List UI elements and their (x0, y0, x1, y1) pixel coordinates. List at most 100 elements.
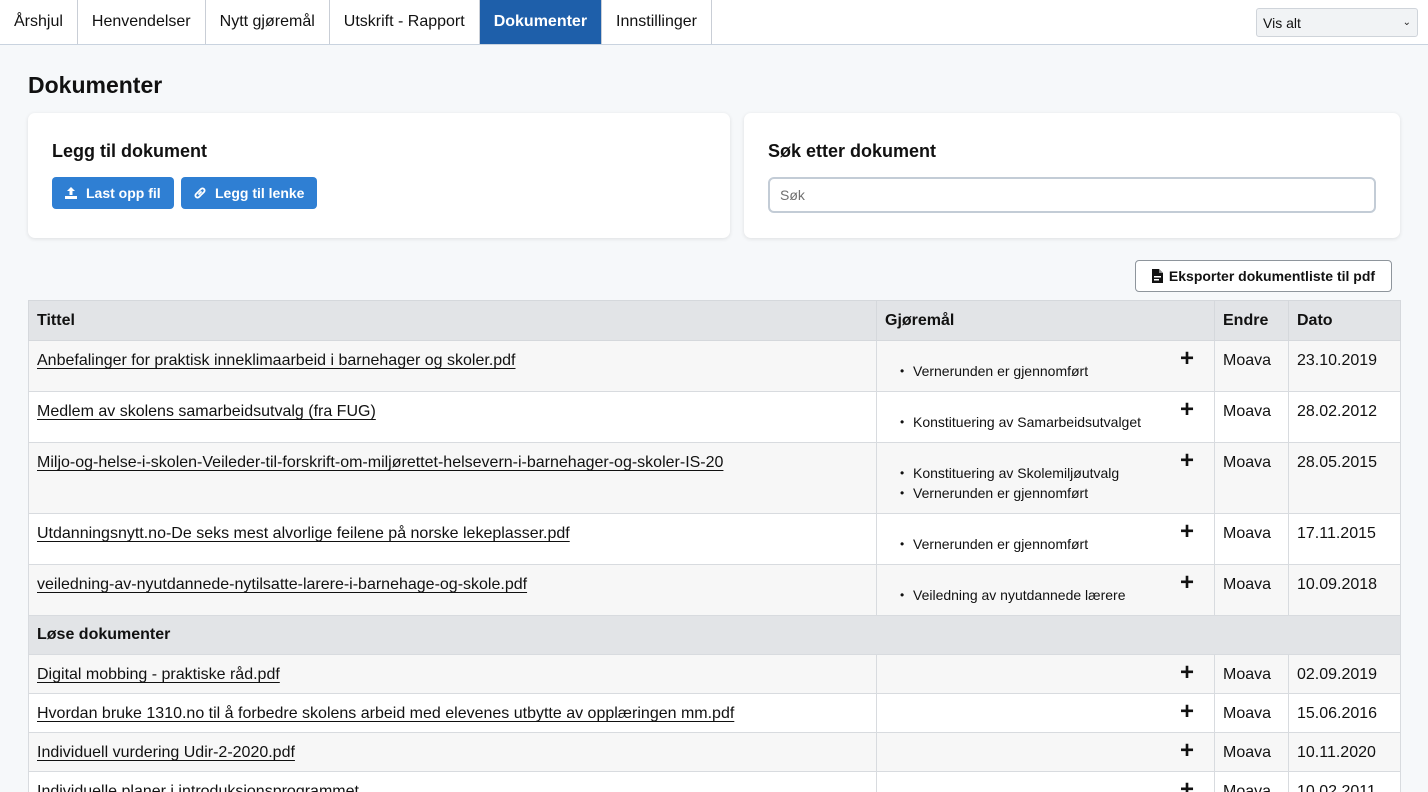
date-cell: 28.05.2015 (1288, 442, 1401, 514)
tab-innstillinger[interactable]: Innstillinger (602, 0, 712, 44)
edit-cell: Moava (1214, 654, 1289, 694)
task-item: Veiledning av nyutdannede lærere (900, 585, 1206, 605)
search-document-card: Søk etter dokument (744, 113, 1400, 238)
date-cell: 17.11.2015 (1288, 513, 1401, 565)
date-cell: 28.02.2012 (1288, 391, 1401, 443)
filter-select-value: Vis alt (1263, 14, 1301, 31)
loose-documents-heading: Løse dokumenter (28, 615, 1401, 655)
column-header-edit: Endre (1214, 300, 1289, 341)
add-document-card: Legg til dokument Last opp fil Legg til … (28, 113, 730, 238)
task-list: Vernerunden er gjennomført (885, 341, 1206, 391)
tasks-cell: + Vernerunden er gjennomført (876, 340, 1215, 392)
table-row: veiledning-av-nyutdannede-nytilsatte-lar… (28, 564, 1401, 616)
table-row: Individuell vurdering Udir-2-2020.pdf + … (28, 732, 1401, 772)
document-link[interactable]: Hvordan bruke 1310.no til å forbedre sko… (37, 705, 734, 722)
edit-cell: Moava (1214, 340, 1289, 392)
document-link[interactable]: Utdanningsnytt.no-De seks mest alvorlige… (37, 525, 570, 542)
add-task-icon[interactable]: + (1180, 698, 1194, 726)
title-cell: Individuell vurdering Udir-2-2020.pdf (28, 732, 877, 772)
document-link[interactable]: Individuelle planer i introduksjonsprogr… (37, 783, 359, 792)
date-cell: 10.11.2020 (1288, 732, 1401, 772)
document-link[interactable]: Anbefalinger for praktisk inneklimaarbei… (37, 352, 516, 369)
edit-cell: Moava (1214, 693, 1289, 733)
tasks-cell: + Konstituering av Skolemiljøutvalg Vern… (876, 442, 1215, 514)
table-row: Anbefalinger for praktisk inneklimaarbei… (28, 340, 1401, 392)
table-row: Utdanningsnytt.no-De seks mest alvorlige… (28, 513, 1401, 565)
table-row: Individuelle planer i introduksjonsprogr… (28, 771, 1401, 792)
table-row: Medlem av skolens samarbeidsutvalg (fra … (28, 391, 1401, 443)
task-item: Konstituering av Skolemiljøutvalg (900, 463, 1206, 483)
task-item: Vernerunden er gjennomført (900, 483, 1206, 503)
chevron-down-icon: ⌄ (1402, 17, 1411, 28)
add-document-heading: Legg til dokument (52, 141, 207, 161)
title-cell: Medlem av skolens samarbeidsutvalg (fra … (28, 391, 877, 443)
export-pdf-button[interactable]: Eksporter dokumentliste til pdf (1135, 260, 1392, 292)
edit-cell: Moava (1214, 513, 1289, 565)
tab-nytt-gjoremal[interactable]: Nytt gjøremål (206, 0, 330, 44)
edit-cell: Moava (1214, 732, 1289, 772)
document-link[interactable]: veiledning-av-nyutdannede-nytilsatte-lar… (37, 576, 527, 593)
tab-bar: Årshjul Henvendelser Nytt gjøremål Utskr… (0, 0, 1428, 44)
date-cell: 10.02.2011 (1288, 771, 1401, 792)
document-link[interactable]: Medlem av skolens samarbeidsutvalg (fra … (37, 403, 376, 420)
date-cell: 15.06.2016 (1288, 693, 1401, 733)
tasks-cell: + Vernerunden er gjennomført (876, 513, 1215, 565)
tasks-cell: + (876, 654, 1215, 694)
upload-file-label: Last opp fil (86, 185, 161, 201)
date-cell: 02.09.2019 (1288, 654, 1401, 694)
table-row: Hvordan bruke 1310.no til å forbedre sko… (28, 693, 1401, 733)
tab-dokumenter[interactable]: Dokumenter (479, 0, 603, 44)
column-header-title: Tittel (28, 300, 877, 341)
task-item: Konstituering av Samarbeidsutvalget (900, 412, 1206, 432)
add-task-icon[interactable]: + (1180, 737, 1194, 765)
tasks-cell: + (876, 732, 1215, 772)
column-header-tasks: Gjøremål (876, 300, 1215, 341)
document-link[interactable]: Digital mobbing - praktiske råd.pdf (37, 666, 280, 683)
link-icon (194, 187, 206, 199)
pdf-file-icon (1151, 269, 1163, 283)
title-cell: veiledning-av-nyutdannede-nytilsatte-lar… (28, 564, 877, 616)
tasks-cell: + Konstituering av Samarbeidsutvalget (876, 391, 1215, 443)
search-document-heading: Søk etter dokument (768, 141, 937, 161)
tasks-cell: + (876, 693, 1215, 733)
documents-table: Tittel Gjøremål Endre Dato Anbefalinger … (28, 300, 1401, 792)
tab-utskrift-rapport[interactable]: Utskrift - Rapport (330, 0, 480, 44)
table-header-row: Tittel Gjøremål Endre Dato (28, 300, 1401, 341)
export-pdf-label: Eksporter dokumentliste til pdf (1168, 268, 1376, 284)
edit-cell: Moava (1214, 442, 1289, 514)
title-cell: Utdanningsnytt.no-De seks mest alvorlige… (28, 513, 877, 565)
tab-henvendelser[interactable]: Henvendelser (78, 0, 206, 44)
task-list: Vernerunden er gjennomført (885, 514, 1206, 564)
task-list: Konstituering av Samarbeidsutvalget (885, 392, 1206, 442)
tab-arshjul[interactable]: Årshjul (0, 0, 78, 44)
title-cell: Miljo-og-helse-i-skolen-Veileder-til-for… (28, 442, 877, 514)
filter-select[interactable]: Vis alt ⌄ (1256, 8, 1418, 37)
edit-cell: Moava (1214, 391, 1289, 443)
search-input[interactable] (768, 177, 1376, 213)
add-task-icon[interactable]: + (1180, 659, 1194, 687)
task-item: Vernerunden er gjennomført (900, 534, 1206, 554)
add-link-label: Legg til lenke (215, 185, 305, 201)
loose-documents-group-row: Løse dokumenter (28, 615, 1401, 655)
table-row: Digital mobbing - praktiske råd.pdf + Mo… (28, 654, 1401, 694)
add-link-button[interactable]: Legg til lenke (181, 177, 317, 209)
edit-cell: Moava (1214, 564, 1289, 616)
upload-icon (65, 187, 77, 199)
tasks-cell: + (876, 771, 1215, 792)
title-cell: Anbefalinger for praktisk inneklimaarbei… (28, 340, 877, 392)
task-item: Vernerunden er gjennomført (900, 361, 1206, 381)
task-list: Konstituering av Skolemiljøutvalg Verner… (885, 443, 1206, 513)
table-row: Miljo-og-helse-i-skolen-Veileder-til-for… (28, 442, 1401, 514)
date-cell: 10.09.2018 (1288, 564, 1401, 616)
page-title: Dokumenter (28, 72, 163, 98)
document-link[interactable]: Individuell vurdering Udir-2-2020.pdf (37, 744, 295, 761)
title-cell: Digital mobbing - praktiske råd.pdf (28, 654, 877, 694)
document-link[interactable]: Miljo-og-helse-i-skolen-Veileder-til-for… (37, 454, 723, 471)
title-cell: Hvordan bruke 1310.no til å forbedre sko… (28, 693, 877, 733)
tasks-cell: + Veiledning av nyutdannede lærere (876, 564, 1215, 616)
add-task-icon[interactable]: + (1180, 776, 1194, 792)
top-navigation: Årshjul Henvendelser Nytt gjøremål Utskr… (0, 0, 1428, 45)
upload-file-button[interactable]: Last opp fil (52, 177, 174, 209)
edit-cell: Moava (1214, 771, 1289, 792)
title-cell: Individuelle planer i introduksjonsprogr… (28, 771, 877, 792)
